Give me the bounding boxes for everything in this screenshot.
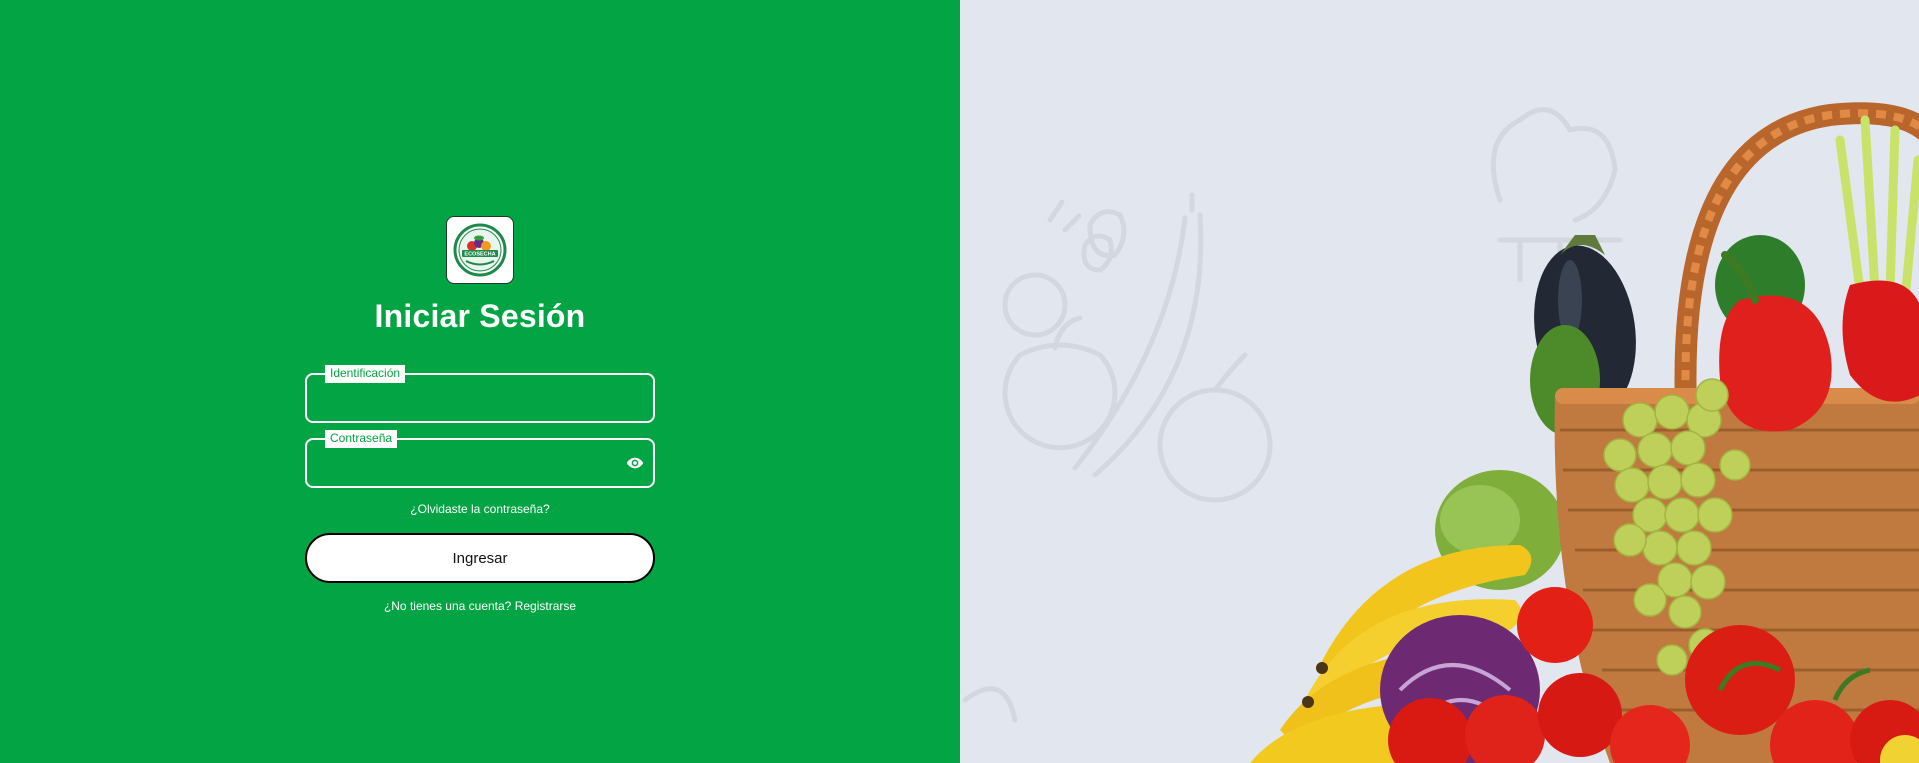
password-field[interactable]: Contraseña [305,430,655,488]
login-panel: ECOSECHA Iniciar Sesión Identificación C… [0,0,960,763]
produce-illustration [962,102,1919,763]
logo-text: ECOSECHA [464,252,495,258]
no-account-text: ¿No tienes una cuenta? [383,599,512,613]
login-page: ECOSECHA Iniciar Sesión Identificación C… [0,0,1919,763]
forgot-password-link[interactable]: ¿Olvidaste la contraseña? [410,502,549,516]
password-label: Contraseña [325,430,398,448]
eye-icon[interactable] [625,454,645,472]
identification-label: Identificación [325,365,406,383]
login-button[interactable]: Ingresar [305,533,655,583]
identification-field[interactable]: Identificación [305,365,655,423]
brand-logo: ECOSECHA [446,216,514,284]
password-input[interactable] [319,448,623,480]
ecosecha-logo-icon: ECOSECHA [453,223,507,277]
page-title: Iniciar Sesión [374,298,586,334]
login-card: ECOSECHA Iniciar Sesión Identificación C… [305,216,655,613]
register-prompt: ¿No tienes una cuenta? Registrarse [384,599,576,613]
register-link[interactable]: Registrarse [515,599,576,613]
identification-input[interactable] [319,383,623,415]
red-pepper [1719,295,1832,432]
hero-panel [960,0,1919,763]
leek-stalks [1835,115,1919,305]
